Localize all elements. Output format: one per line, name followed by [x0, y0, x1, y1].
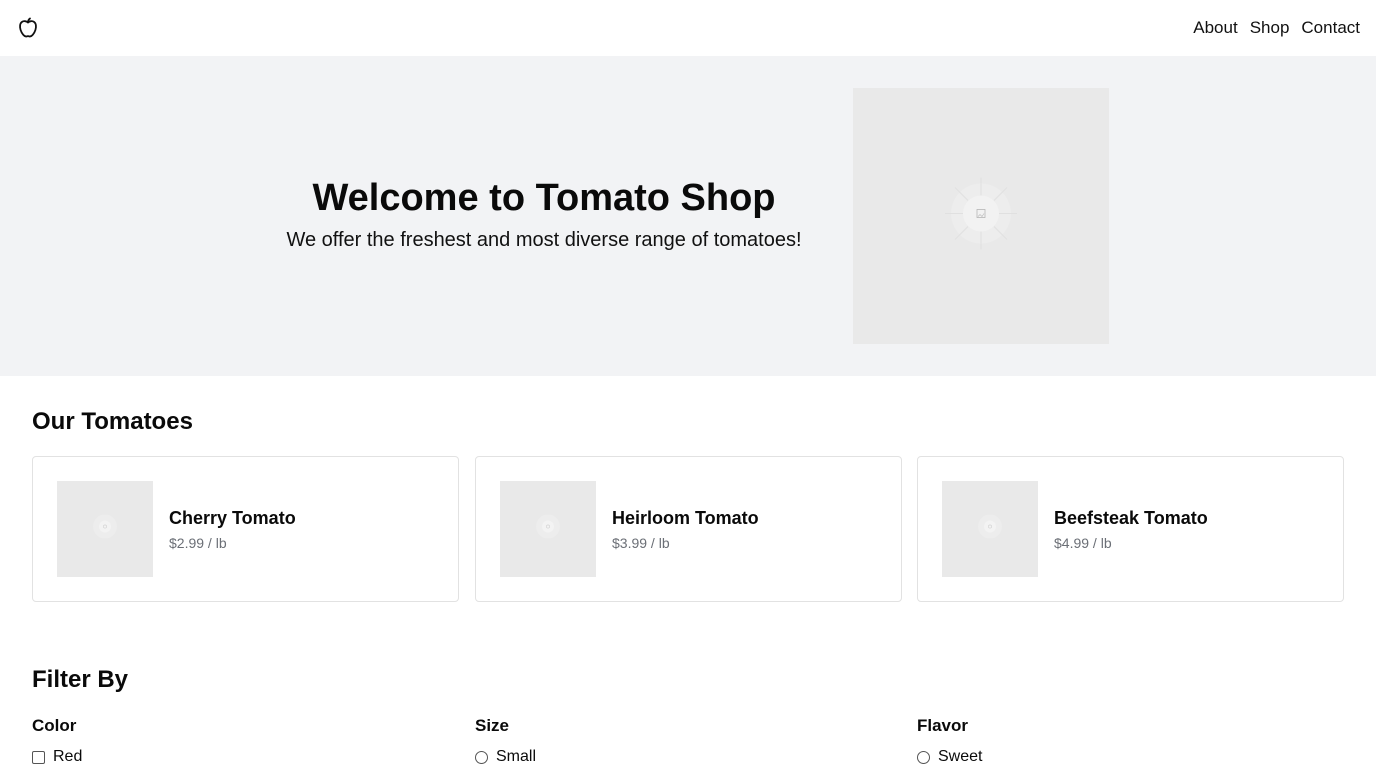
- product-price: $2.99 / lb: [169, 535, 227, 551]
- product-card[interactable]: Beefsteak Tomato $4.99 / lb: [917, 456, 1344, 602]
- product-image: [500, 481, 596, 577]
- filters-title: Filter By: [32, 666, 129, 693]
- filter-option-small[interactable]: Small: [475, 748, 895, 766]
- filter-option-label: Red: [53, 748, 83, 765]
- checkbox[interactable]: [32, 750, 45, 764]
- filter-group-flavor: Flavor Sweet: [917, 716, 1337, 766]
- filter-option-label: Sweet: [938, 748, 983, 765]
- hero-text: Welcome to Tomato Shop We offer the fres…: [260, 174, 828, 254]
- nav-about-link[interactable]: About: [1193, 18, 1237, 38]
- radio-button[interactable]: [917, 750, 930, 764]
- image-placeholder-icon: [89, 511, 121, 548]
- filter-option-label: Small: [496, 748, 537, 765]
- site-header: About Shop Contact: [0, 0, 1376, 56]
- filter-heading: Flavor: [917, 716, 969, 735]
- filter-heading: Size: [475, 716, 510, 735]
- hero-section: Welcome to Tomato Shop We offer the fres…: [0, 56, 1376, 376]
- nav-contact-link[interactable]: Contact: [1301, 18, 1360, 38]
- hero-title: Welcome to Tomato Shop: [312, 177, 776, 219]
- image-placeholder-icon: [532, 511, 564, 548]
- radio-button[interactable]: [475, 750, 488, 764]
- filter-option-sweet[interactable]: Sweet: [917, 748, 1337, 766]
- product-image: [942, 481, 1038, 577]
- filter-group-color: Color Red: [32, 716, 452, 766]
- product-list: Cherry Tomato $2.99 / lb Heirloom Tomato…: [32, 456, 1344, 602]
- hero-subtitle: We offer the freshest and most diverse r…: [286, 229, 802, 251]
- product-card[interactable]: Heirloom Tomato $3.99 / lb: [475, 456, 902, 602]
- image-placeholder-icon: [974, 511, 1006, 548]
- product-card[interactable]: Cherry Tomato $2.99 / lb: [32, 456, 459, 602]
- products-title: Our Tomatoes: [32, 408, 193, 435]
- product-name: Heirloom Tomato: [612, 508, 759, 528]
- filter-group-size: Size Small: [475, 716, 895, 766]
- product-name: Cherry Tomato: [169, 508, 296, 528]
- image-placeholder-icon: [941, 174, 1021, 259]
- product-name: Beefsteak Tomato: [1054, 508, 1208, 528]
- apple-icon[interactable]: [16, 16, 40, 40]
- filter-heading: Color: [32, 716, 77, 735]
- hero-image: [853, 88, 1109, 344]
- product-image: [57, 481, 153, 577]
- nav-shop-link[interactable]: Shop: [1250, 18, 1290, 38]
- filter-option-red[interactable]: Red: [32, 748, 452, 766]
- main-nav: About Shop Contact: [1193, 18, 1360, 38]
- product-price: $3.99 / lb: [612, 535, 670, 551]
- product-price: $4.99 / lb: [1054, 535, 1112, 551]
